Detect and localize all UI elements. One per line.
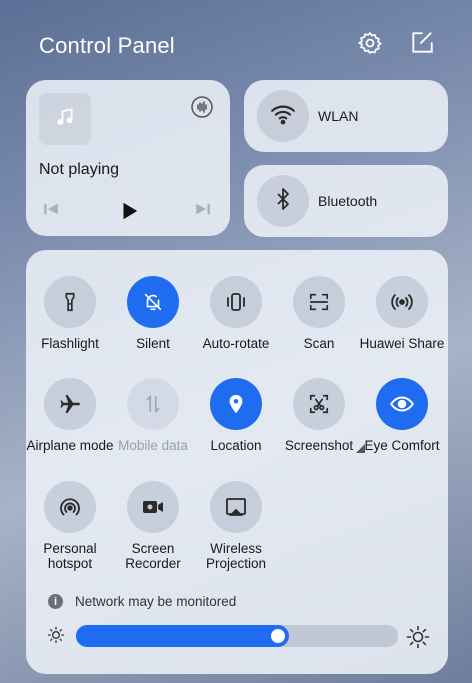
tile-label: Airplane mode [26,438,114,453]
airplane-icon [44,378,96,430]
tile-label: Flashlight [41,336,99,351]
bluetooth-label: Bluetooth [318,193,378,209]
next-icon [194,200,212,223]
previous-button[interactable] [42,200,60,223]
tile-scan[interactable]: Scan [275,276,363,351]
sun-low-icon [46,625,68,647]
media-title: Not playing [39,161,120,178]
bluetooth-toggle[interactable]: Bluetooth [244,165,448,237]
album-art [39,93,91,145]
tile-mobile-data[interactable]: Mobile data [109,378,197,453]
sun-high-icon [406,625,430,649]
play-button[interactable] [118,200,140,227]
music-note-icon [55,107,75,132]
bell-off-icon [127,276,179,328]
tile-screenshot[interactable]: Screenshot [275,378,365,453]
share-icon [376,276,428,328]
tile-location[interactable]: Location [192,378,280,453]
flashlight-icon [44,276,96,328]
edit-button[interactable] [408,31,436,59]
brightness-control [46,622,432,650]
scan-icon [293,276,345,328]
projection-icon [210,481,262,533]
brightness-thumb[interactable] [271,629,285,643]
tile-label: Huawei Share [359,336,445,351]
tile-flashlight[interactable]: Flashlight [26,276,114,351]
quick-settings-panel: Flashlight Silent Auto-rotate Scan Huawe… [26,250,448,674]
bluetooth-icon-container [257,175,309,227]
next-button[interactable] [194,200,212,223]
eye-icon [376,378,428,430]
brightness-slider[interactable] [76,625,398,647]
tile-label: Personal hotspot [43,541,97,571]
settings-button[interactable] [356,31,384,59]
tile-screen-recorder[interactable]: Screen Recorder [109,481,197,571]
tile-label: Eye Comfort [364,438,440,453]
audio-output-icon[interactable] [190,95,214,119]
network-notice: i Network may be monitored [48,594,236,609]
wlan-icon-container [257,90,309,142]
tile-label: Silent [136,336,170,351]
wlan-toggle[interactable]: WLAN [244,80,448,152]
tile-label: Location [210,438,262,453]
info-icon: i [48,594,63,609]
wifi-icon [270,101,296,132]
tile-label: Screen Recorder [125,541,181,571]
edit-icon [409,30,435,61]
tile-airplane-mode[interactable]: Airplane mode [26,378,114,453]
tile-label: Wireless Projection [205,541,267,571]
tile-auto-rotate[interactable]: Auto-rotate [192,276,280,351]
wlan-label: WLAN [318,108,359,124]
mobile-data-icon [127,378,179,430]
gear-icon [357,30,383,61]
tile-personal-hotspot[interactable]: Personal hotspot [26,481,114,571]
tile-label: Auto-rotate [202,336,270,351]
screenshot-icon [293,378,345,430]
screen-recorder-icon [127,481,179,533]
bluetooth-icon [271,187,295,216]
tile-eye-comfort[interactable]: Eye Comfort [358,378,446,453]
tile-label: Screenshot [284,438,354,453]
tile-huawei-share[interactable]: Huawei Share [358,276,446,351]
media-card[interactable]: Not playing [26,80,230,236]
previous-icon [42,200,60,223]
location-icon [210,378,262,430]
tile-label: Scan [303,336,335,351]
brightness-fill [76,625,289,647]
tile-label: Mobile data [118,438,188,453]
page-title: Control Panel [39,33,175,58]
hotspot-icon [44,481,96,533]
play-icon [118,200,140,227]
tile-wireless-projection[interactable]: Wireless Projection [192,481,280,571]
tile-silent[interactable]: Silent [109,276,197,351]
notice-text: Network may be monitored [75,594,237,609]
header: Control Panel [0,0,472,90]
rotate-icon [210,276,262,328]
